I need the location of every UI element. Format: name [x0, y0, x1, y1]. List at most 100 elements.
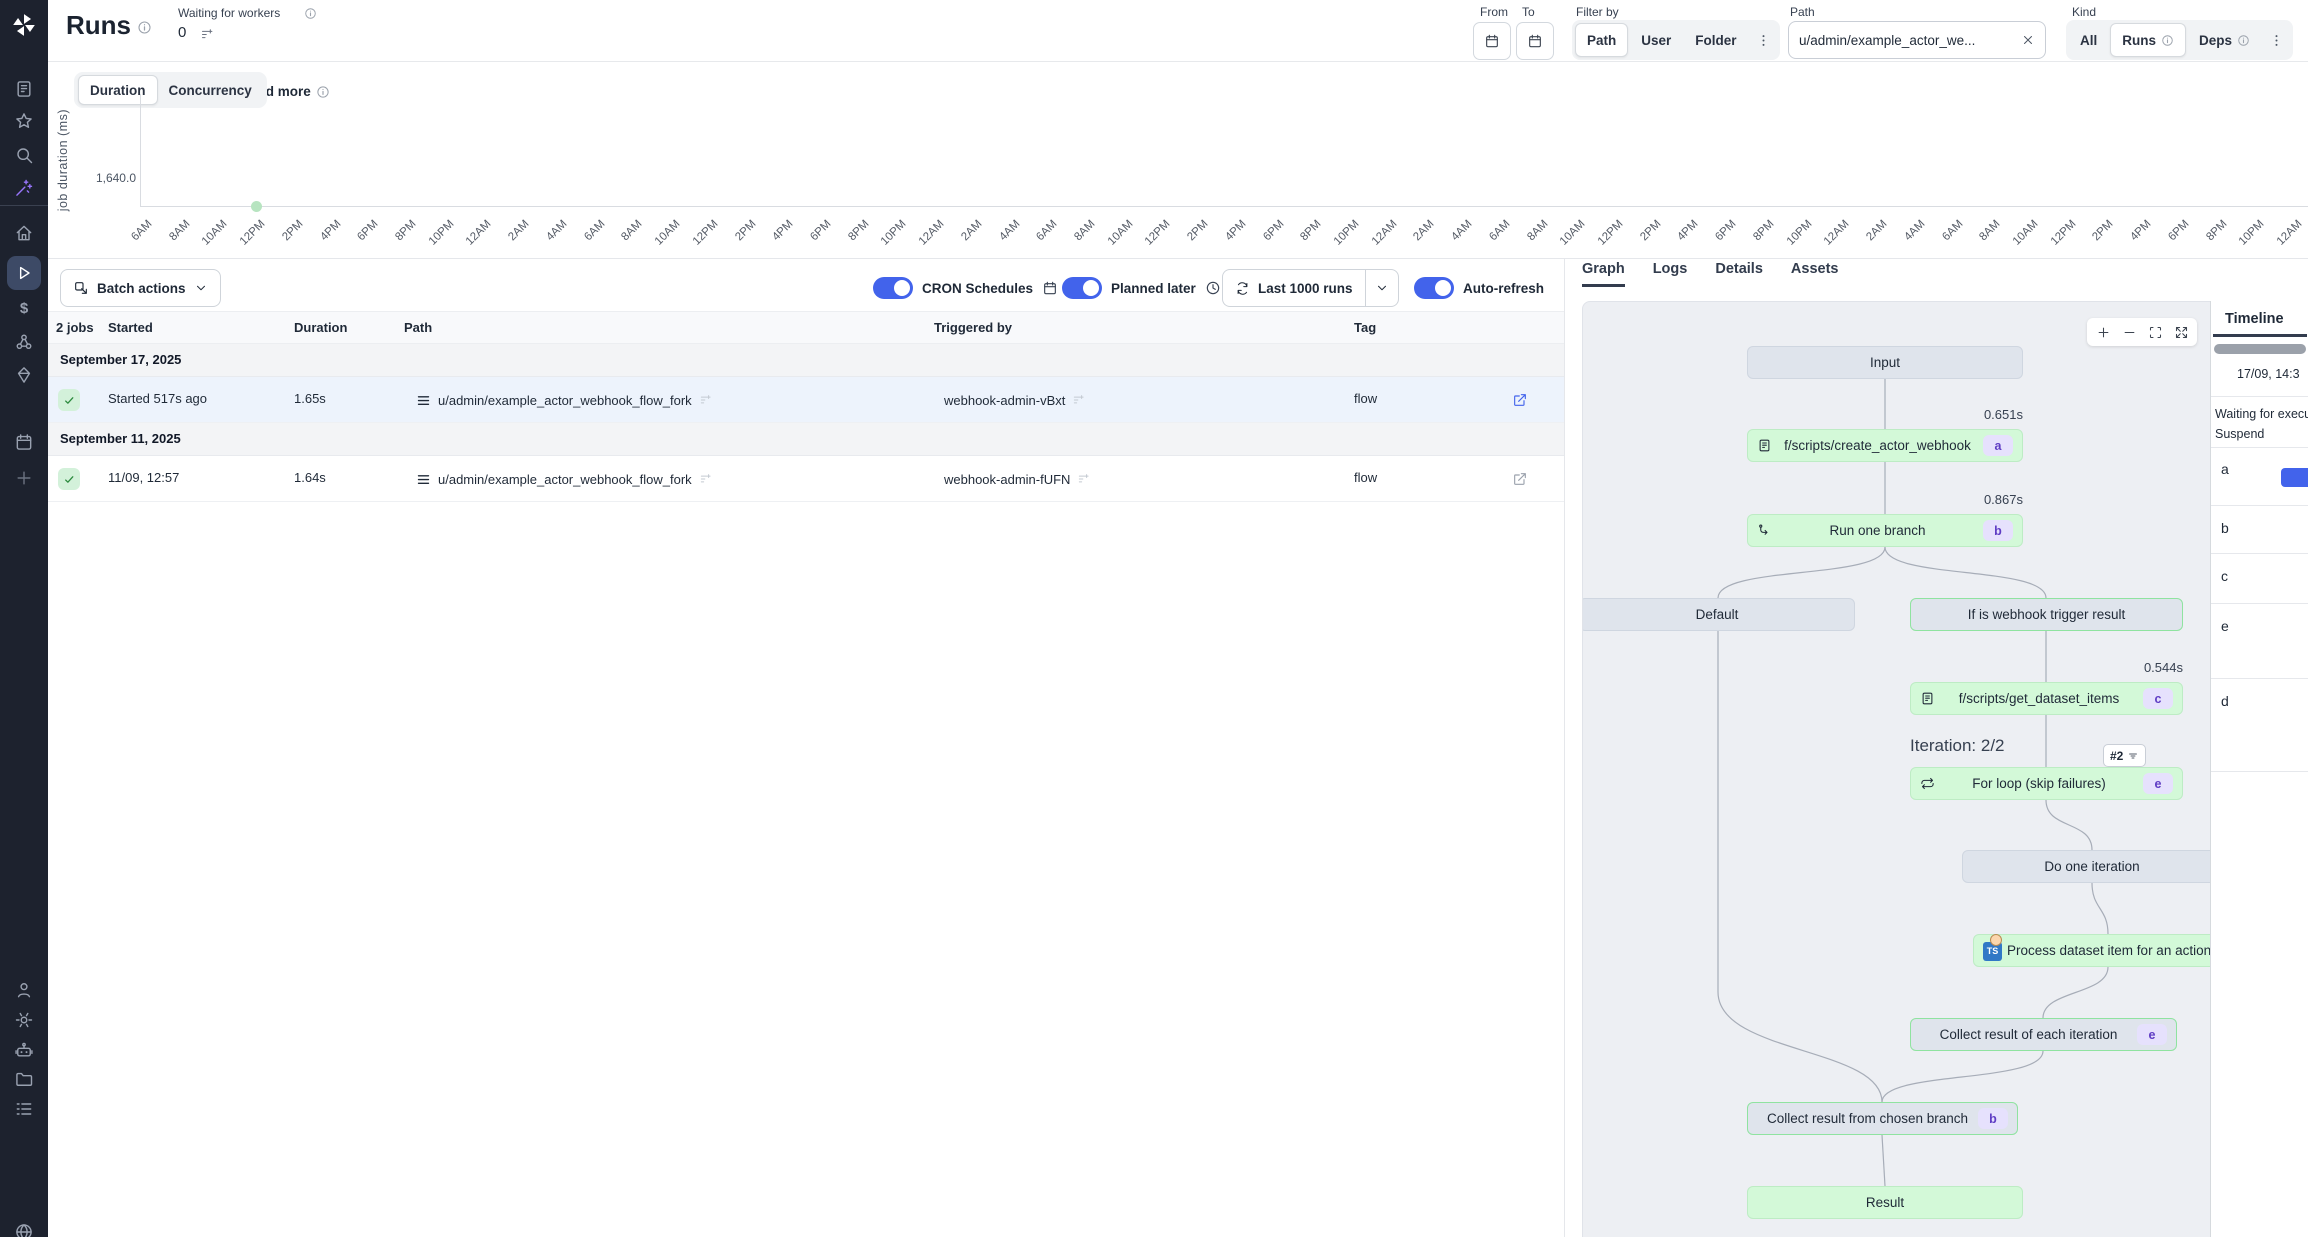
run-path: u/admin/example_actor_webhook_flow_fork: [438, 472, 692, 487]
timeline-duration-bar[interactable]: [2281, 468, 2308, 487]
calendar-icon[interactable]: [14, 432, 34, 452]
run-duration: 1.64s: [294, 470, 326, 485]
cron-schedules-toggle[interactable]: [873, 277, 913, 299]
windmill-logo[interactable]: [11, 12, 37, 38]
flow-node-branch-default[interactable]: Default: [1582, 598, 1855, 631]
run-row[interactable]: Started 517s ago1.65su/admin/example_act…: [48, 377, 1564, 423]
col-tag[interactable]: Tag: [1354, 320, 1376, 335]
apps-icon[interactable]: [14, 79, 34, 99]
iteration-selector[interactable]: #2: [2103, 744, 2146, 767]
expand-button[interactable]: [2169, 320, 2193, 344]
dollar-icon[interactable]: $: [14, 298, 34, 318]
to-label: To: [1522, 5, 1535, 19]
filter-plus-icon[interactable]: [1077, 472, 1091, 486]
flow-node-do-iteration[interactable]: Do one iteration: [1962, 850, 2222, 883]
chevron-down-icon: [194, 281, 208, 295]
typescript-icon: TS: [1983, 941, 2003, 961]
flow-node-a[interactable]: f/scripts/create_actor_webhook a: [1747, 429, 2023, 462]
run-tag: flow: [1354, 391, 1377, 406]
ai-wand-icon[interactable]: [14, 178, 34, 198]
planned-later-toggle[interactable]: [1062, 277, 1102, 299]
flow-node-collect-branch[interactable]: Collect result from chosen branch b: [1747, 1102, 2018, 1135]
tab-assets[interactable]: Assets: [1791, 261, 1839, 287]
run-path-cell[interactable]: u/admin/example_actor_webhook_flow_fork: [416, 467, 713, 491]
tab-concurrency[interactable]: Concurrency: [158, 76, 263, 104]
clear-path-icon[interactable]: [2021, 33, 2035, 47]
open-run-link[interactable]: [1512, 471, 1528, 487]
from-label: From: [1480, 5, 1508, 19]
col-started[interactable]: Started: [108, 320, 153, 335]
flow-graph-canvas[interactable]: Input 0.651s f/scripts/create_actor_webh…: [1582, 301, 2308, 1237]
flow-node-branch-condition[interactable]: If is webhook trigger result: [1910, 598, 2183, 631]
run-triggered-by-cell: webhook-admin-vBxt: [944, 388, 1086, 412]
run-path-cell[interactable]: u/admin/example_actor_webhook_flow_fork: [416, 388, 713, 412]
kind-all-option[interactable]: All: [2069, 24, 2108, 56]
tab-graph[interactable]: Graph: [1582, 261, 1625, 287]
col-triggered-by[interactable]: Triggered by: [934, 320, 1012, 335]
cluster-icon[interactable]: [14, 332, 34, 352]
flow-node-d[interactable]: TS Process dataset item for an action: [1973, 934, 2235, 967]
flow-node-b[interactable]: Run one branch b: [1747, 514, 2023, 547]
filter-plus-icon[interactable]: [1072, 393, 1086, 407]
filter-lines-icon[interactable]: [200, 27, 215, 42]
timeline-row-b[interactable]: b: [2211, 506, 2308, 554]
flow-node-input[interactable]: Input: [1747, 346, 2023, 379]
flow-node-collect-iteration[interactable]: Collect result of each iteration e: [1910, 1018, 2177, 1051]
flow-node-e-forloop[interactable]: For loop (skip failures) e: [1910, 767, 2183, 800]
fit-view-button[interactable]: [2143, 320, 2167, 344]
tab-duration[interactable]: Duration: [78, 75, 158, 105]
folder-icon[interactable]: [14, 1069, 34, 1089]
last-1000-runs-label: Last 1000 runs: [1258, 281, 1353, 296]
kind-more-kebab-icon[interactable]: [2263, 24, 2290, 56]
filter-by-folder-option[interactable]: Folder: [1684, 24, 1747, 56]
star-icon[interactable]: [14, 111, 34, 131]
runs-info-icon[interactable]: [137, 20, 152, 35]
chart-data-point[interactable]: [251, 201, 262, 212]
run-row[interactable]: 11/09, 12:571.64su/admin/example_actor_w…: [48, 456, 1564, 502]
home-icon[interactable]: [14, 223, 34, 243]
runs-play-icon[interactable]: [14, 263, 34, 283]
iteration-label: Iteration: 2/2: [1910, 736, 2005, 756]
gear-icon[interactable]: [14, 1010, 34, 1030]
batch-actions-label: Batch actions: [97, 281, 186, 296]
zoom-in-button[interactable]: [2091, 320, 2115, 344]
filter-plus-icon[interactable]: [699, 472, 713, 486]
timeline-title[interactable]: Timeline: [2225, 311, 2284, 327]
external-link-icon[interactable]: [1512, 392, 1528, 408]
filter-by-path-option[interactable]: Path: [1575, 23, 1628, 57]
from-date-button[interactable]: [1473, 22, 1511, 60]
filter-by-more-kebab-icon[interactable]: [1750, 24, 1777, 56]
globe-icon[interactable]: [14, 1222, 34, 1237]
flow-node-c[interactable]: f/scripts/get_dataset_items c: [1910, 682, 2183, 715]
planned-later-label: Planned later: [1111, 281, 1196, 296]
timeline-row-e[interactable]: e: [2211, 604, 2308, 679]
timeline-row-label: e: [2221, 618, 2229, 634]
col-path[interactable]: Path: [404, 320, 432, 335]
tab-logs[interactable]: Logs: [1653, 261, 1688, 287]
flow-node-result[interactable]: Result: [1747, 1186, 2023, 1219]
col-duration[interactable]: Duration: [294, 320, 347, 335]
external-link-icon[interactable]: [1512, 471, 1528, 487]
runs-count-dropdown-button[interactable]: [1365, 269, 1399, 307]
to-date-button[interactable]: [1516, 22, 1554, 60]
search-icon[interactable]: [14, 145, 34, 165]
filter-by-user-option[interactable]: User: [1630, 24, 1682, 56]
kind-runs-option[interactable]: Runs: [2110, 23, 2186, 57]
batch-actions-button[interactable]: Batch actions: [60, 269, 221, 307]
plus-icon[interactable]: [14, 468, 34, 488]
zoom-out-button[interactable]: [2117, 320, 2141, 344]
path-filter-input[interactable]: u/admin/example_actor_we...: [1788, 21, 2046, 59]
open-run-link[interactable]: [1512, 392, 1528, 408]
robot-icon[interactable]: [14, 1040, 34, 1060]
last-1000-runs-button[interactable]: Last 1000 runs: [1222, 269, 1365, 307]
list-icon[interactable]: [14, 1099, 34, 1119]
filter-plus-icon[interactable]: [699, 393, 713, 407]
user-icon[interactable]: [14, 980, 34, 1000]
gem-icon[interactable]: [14, 365, 34, 385]
auto-refresh-toggle[interactable]: [1414, 277, 1454, 299]
tab-details[interactable]: Details: [1715, 261, 1763, 287]
timeline-row-a[interactable]: a: [2211, 447, 2308, 506]
kind-deps-option[interactable]: Deps: [2188, 24, 2261, 56]
timeline-row-d[interactable]: d: [2211, 679, 2308, 772]
timeline-row-c[interactable]: c: [2211, 554, 2308, 604]
